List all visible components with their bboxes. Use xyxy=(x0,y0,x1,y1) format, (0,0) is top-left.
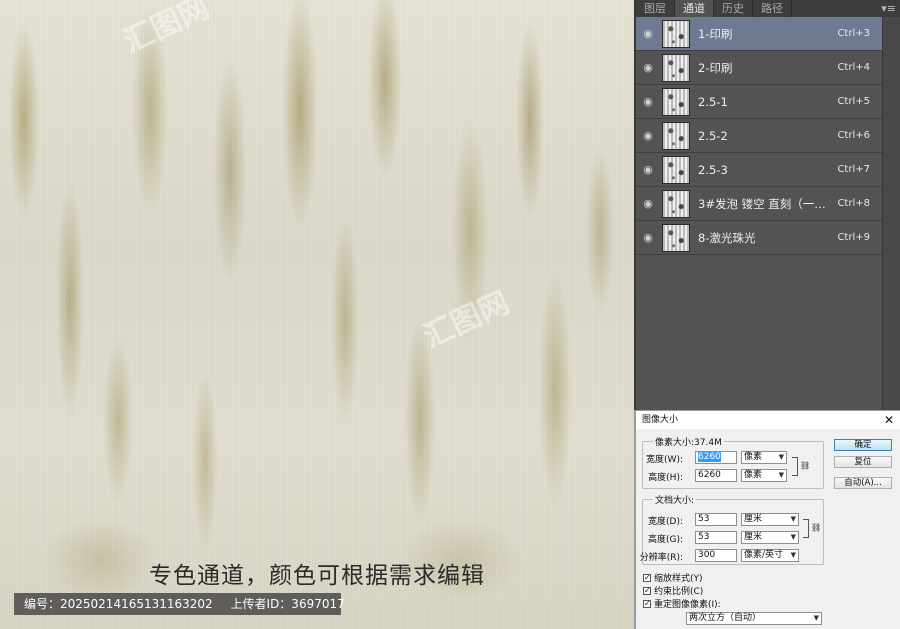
doc-width-unit-select[interactable]: 厘米 ▼ xyxy=(741,513,799,526)
resolution-label: 分辨率(R): xyxy=(639,553,683,563)
auto-button[interactable]: 自动(A)... xyxy=(834,477,892,489)
panel-scrollbar[interactable] xyxy=(882,17,900,410)
doc-height-unit-select[interactable]: 厘米 ▼ xyxy=(741,531,799,544)
link-bracket xyxy=(803,519,809,538)
channel-shortcut: Ctrl+5 xyxy=(837,96,870,107)
pixel-dimensions-legend: 像素大小:37.4M xyxy=(653,435,724,448)
chevron-down-icon: ▼ xyxy=(778,453,784,461)
visibility-eye-icon[interactable]: ◉ xyxy=(638,61,658,74)
caption-text: 专色通道，颜色可根据需求编辑 xyxy=(149,563,485,589)
resample-image-checkbox[interactable]: ✓ 重定图像像素(I): xyxy=(643,597,721,610)
visibility-eye-icon[interactable]: ◉ xyxy=(638,231,658,244)
channel-shortcut: Ctrl+4 xyxy=(837,62,870,73)
panel-menu-icon[interactable]: ▾≡ xyxy=(881,0,896,17)
channel-thumbnail xyxy=(662,155,690,184)
dialog-title-bar: 图像大小 ✕ xyxy=(636,411,900,429)
texture-canvas: 汇图网 汇图网 专色通道，颜色可根据需求编辑 编号：20250214165131… xyxy=(0,0,634,629)
image-size-dialog: 图像大小 ✕ 像素大小:37.4M 宽度(W): 6260 像素 ▼ 高度(H):… xyxy=(634,410,900,629)
image-id-bar: 编号：20250214165131163202 上传者ID：3697017 xyxy=(14,593,345,615)
channel-row[interactable]: ◉ 2.5-1 Ctrl+5 xyxy=(636,85,882,119)
close-icon[interactable]: ✕ xyxy=(884,411,894,429)
doc-width-label: 宽度(D): xyxy=(648,517,683,527)
channel-row[interactable]: ◉ 2.5-2 Ctrl+6 xyxy=(636,119,882,153)
channel-thumbnail xyxy=(662,223,690,252)
checkmark-icon: ✓ xyxy=(643,572,651,582)
tab-history[interactable]: 历史 xyxy=(714,0,753,17)
channel-thumbnail xyxy=(662,87,690,116)
visibility-eye-icon[interactable]: ◉ xyxy=(638,95,658,108)
pixel-height-label: 高度(H): xyxy=(648,473,683,483)
channel-shortcut: Ctrl+9 xyxy=(837,232,870,243)
channel-shortcut: Ctrl+7 xyxy=(837,164,870,175)
pixel-width-label: 宽度(W): xyxy=(646,455,683,465)
checkmark-icon: ✓ xyxy=(643,585,651,595)
channel-name: 2.5-1 xyxy=(698,94,728,109)
chevron-down-icon: ▼ xyxy=(790,551,796,559)
channel-thumbnail xyxy=(662,121,690,150)
channel-row[interactable]: ◉ 1-印刷 Ctrl+3 xyxy=(636,17,882,51)
channel-list: ◉ 1-印刷 Ctrl+3 ◉ 2-印刷 Ctrl+4 ◉ 2.5-1 Ctrl… xyxy=(636,17,882,255)
resolution-unit-select[interactable]: 像素/英寸 ▼ xyxy=(741,549,799,562)
uploader-id-label: 上传者ID：3697017 xyxy=(230,597,345,611)
channel-name: 2.5-3 xyxy=(698,162,728,177)
image-id-label: 编号：20250214165131163202 xyxy=(24,597,213,611)
pixel-width-input[interactable]: 6260 xyxy=(695,451,737,464)
chevron-down-icon: ▼ xyxy=(790,533,796,541)
doc-width-input[interactable]: 53 xyxy=(695,513,737,526)
chevron-down-icon: ▼ xyxy=(778,471,784,479)
channel-thumbnail xyxy=(662,19,690,48)
resolution-input[interactable]: 300 xyxy=(695,549,737,562)
channel-shortcut: Ctrl+3 xyxy=(837,28,870,39)
ok-button[interactable]: 确定 xyxy=(834,439,892,451)
watermark-logo: 汇图网 xyxy=(418,285,515,356)
channel-row[interactable]: ◉ 2.5-3 Ctrl+7 xyxy=(636,153,882,187)
channel-row[interactable]: ◉ 8-激光珠光 Ctrl+9 xyxy=(636,221,882,255)
channels-panel: 图层 通道 历史 路径 ▾≡ ◉ 1-印刷 Ctrl+3 ◉ 2-印刷 Ctrl… xyxy=(634,0,900,410)
visibility-eye-icon[interactable]: ◉ xyxy=(638,129,658,142)
chevron-down-icon: ▼ xyxy=(813,614,819,622)
pixel-dimensions-group: 像素大小:37.4M 宽度(W): 6260 像素 ▼ 高度(H): 6260 像… xyxy=(642,435,824,489)
channel-name: 2-印刷 xyxy=(698,60,733,75)
constrain-proportions-checkbox[interactable]: ✓ 约束比例(C) xyxy=(643,584,703,597)
channel-thumbnail xyxy=(662,189,690,218)
channel-thumbnail xyxy=(662,53,690,82)
document-size-legend: 文档大小: xyxy=(653,493,697,506)
panel-tabs: 图层 通道 历史 路径 ▾≡ xyxy=(636,0,900,17)
link-bracket xyxy=(792,457,798,476)
channel-name: 1-印刷 xyxy=(698,26,733,41)
document-size-group: 文档大小: 宽度(D): 53 厘米 ▼ 高度(G): 53 厘米 ▼ 分辨率(R)… xyxy=(640,493,824,565)
channel-row[interactable]: ◉ 3#发泡 镂空 直刻（一… Ctrl+8 xyxy=(636,187,882,221)
pixel-height-unit-select[interactable]: 像素 ▼ xyxy=(741,469,787,482)
dialog-title: 图像大小 xyxy=(642,415,679,425)
channel-shortcut: Ctrl+6 xyxy=(837,130,870,141)
reset-button[interactable]: 复位 xyxy=(834,456,892,468)
channel-shortcut: Ctrl+8 xyxy=(837,198,870,209)
doc-height-input[interactable]: 53 xyxy=(695,531,737,544)
tab-paths[interactable]: 路径 xyxy=(753,0,792,17)
visibility-eye-icon[interactable]: ◉ xyxy=(638,197,658,210)
visibility-eye-icon[interactable]: ◉ xyxy=(638,27,658,40)
tab-channels[interactable]: 通道 xyxy=(675,0,714,17)
chain-link-icon: ⛓ xyxy=(800,461,811,470)
scale-styles-checkbox[interactable]: ✓ 缩放样式(Y) xyxy=(643,571,703,584)
checkmark-icon: ✓ xyxy=(643,598,651,608)
pixel-width-unit-select[interactable]: 像素 ▼ xyxy=(741,451,787,464)
visibility-eye-icon[interactable]: ◉ xyxy=(638,163,658,176)
chain-link-icon: ⛓ xyxy=(811,523,822,532)
channel-name: 3#发泡 镂空 直刻（一… xyxy=(698,196,826,211)
tab-layers[interactable]: 图层 xyxy=(636,0,675,17)
chevron-down-icon: ▼ xyxy=(790,515,796,523)
watermark-logo: 汇图网 xyxy=(118,0,215,61)
pixel-height-input[interactable]: 6260 xyxy=(695,469,737,482)
channel-name: 8-激光珠光 xyxy=(698,230,756,245)
channel-name: 2.5-2 xyxy=(698,128,728,143)
resample-method-select[interactable]: 两次立方（自动） ▼ xyxy=(686,612,822,625)
doc-height-label: 高度(G): xyxy=(647,535,683,545)
channel-row[interactable]: ◉ 2-印刷 Ctrl+4 xyxy=(636,51,882,85)
